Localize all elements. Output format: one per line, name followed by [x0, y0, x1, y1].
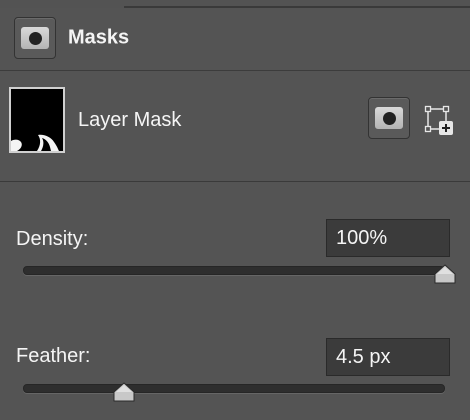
vector-mask-add-icon[interactable] [424, 105, 456, 137]
layer-mask-row[interactable]: Layer Mask [0, 71, 470, 182]
pixel-mask-icon [14, 17, 56, 59]
select-pixel-mask-button[interactable] [368, 97, 410, 139]
density-label: Density: [16, 228, 89, 250]
feather-slider-track[interactable] [23, 384, 445, 393]
layer-mask-label: Layer Mask [78, 109, 182, 131]
feather-label: Feather: [16, 345, 91, 367]
density-slider-track[interactable] [23, 266, 445, 275]
pixel-mask-icon-dot [382, 111, 396, 125]
density-slider[interactable] [23, 262, 456, 290]
panel-title: Masks [68, 26, 130, 49]
feather-input[interactable]: 4.5 px [326, 338, 450, 376]
pixel-mask-icon [375, 107, 403, 129]
pixel-mask-icon-dot [28, 31, 42, 45]
density-slider-thumb[interactable] [434, 264, 456, 284]
density-input[interactable]: 100% [326, 219, 450, 257]
panel-tab-edge [124, 0, 470, 8]
mask-thumbnail-image [11, 89, 63, 151]
layer-mask-thumbnail[interactable] [9, 87, 65, 153]
masks-panel-header: Masks [0, 8, 470, 71]
feather-slider-thumb[interactable] [113, 382, 135, 402]
pixel-mask-icon-body [21, 27, 49, 49]
panel-top-strip [0, 0, 470, 8]
feather-slider[interactable] [23, 380, 445, 408]
